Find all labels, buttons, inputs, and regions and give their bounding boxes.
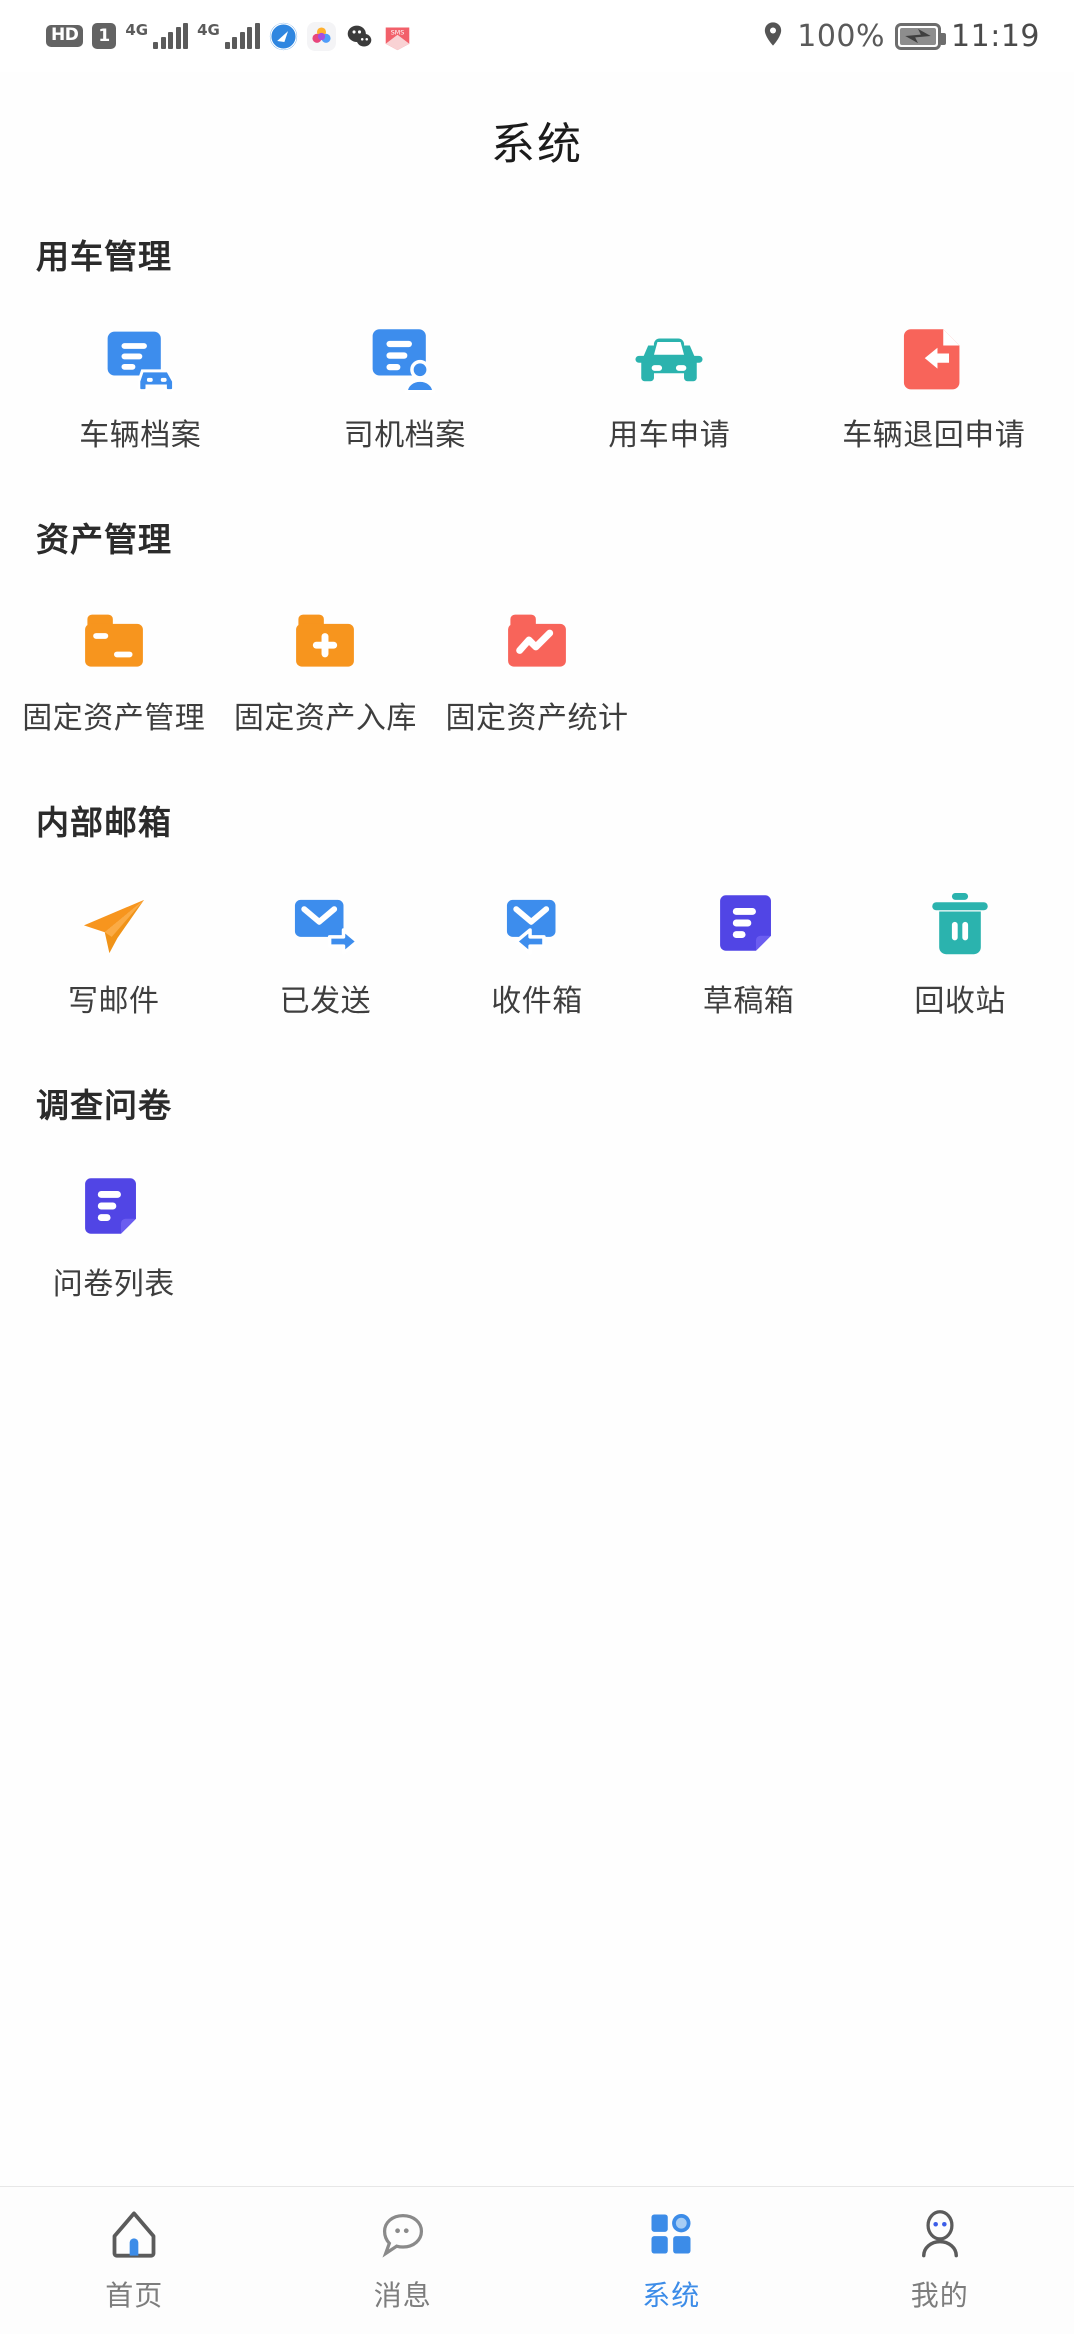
section-survey: 调查问卷 问卷列表 xyxy=(0,1037,1074,1314)
driver-file-icon xyxy=(368,320,442,394)
battery-charging-icon xyxy=(895,22,947,50)
paper-plane-icon xyxy=(77,886,151,960)
tile-spacer xyxy=(643,1135,855,1314)
mail-card-icon: SMS xyxy=(383,22,412,51)
tab-label: 首页 xyxy=(105,2278,164,2312)
grid-squares-icon xyxy=(645,2208,697,2260)
tile-label: 固定资产入库 xyxy=(233,701,417,736)
message-bubble-icon xyxy=(377,2208,429,2260)
status-bar: HD 1 4G 4G SMS 100% 11:19 xyxy=(0,0,1074,72)
tile-label: 车辆档案 xyxy=(79,418,202,453)
tile-label: 固定资产管理 xyxy=(22,701,206,736)
tile-label: 车辆退回申请 xyxy=(842,418,1026,453)
section-grid: 写邮件 已发送 收件箱 草稿箱 回收站 xyxy=(0,852,1074,1031)
section-title: 内部邮箱 xyxy=(36,803,172,842)
draft-document-icon xyxy=(712,886,786,960)
tab-profile[interactable]: 我的 xyxy=(806,2187,1074,2334)
page-title: 系统 xyxy=(491,119,583,170)
tile-fixed-asset-statistics[interactable]: 固定资产统计 xyxy=(431,569,643,748)
mail-inbox-icon xyxy=(500,886,574,960)
photos-icon xyxy=(306,21,336,51)
tile-label: 回收站 xyxy=(914,984,1006,1019)
survey-list-icon xyxy=(77,1169,151,1243)
tile-spacer xyxy=(431,1135,643,1314)
tab-label: 系统 xyxy=(642,2278,701,2312)
tile-fixed-asset-management[interactable]: 固定资产管理 xyxy=(8,569,220,748)
tile-car-application[interactable]: 用车申请 xyxy=(537,286,802,465)
tab-label: 我的 xyxy=(910,2278,969,2312)
signal-bars-2-icon xyxy=(224,23,260,49)
tile-label: 司机档案 xyxy=(343,418,466,453)
signal-1-icon: 4G xyxy=(125,21,189,49)
main-content: 用车管理 车辆档案 司机档案 用车申请 车辆退回申请 资产管理 固定资产管理 固… xyxy=(0,182,1074,2186)
car-icon xyxy=(632,320,706,394)
status-bar-right: 100% 11:19 xyxy=(759,19,1040,54)
browser-icon xyxy=(269,22,298,51)
tile-sent-mail[interactable]: 已发送 xyxy=(220,852,432,1031)
trash-icon xyxy=(923,886,997,960)
tile-spacer xyxy=(854,569,1066,748)
network-type-2-label: 4G xyxy=(197,21,220,39)
tile-label: 问卷列表 xyxy=(52,1267,175,1302)
wechat-icon xyxy=(345,22,374,51)
tile-spacer xyxy=(854,1135,1066,1314)
tile-vehicle-file[interactable]: 车辆档案 xyxy=(8,286,273,465)
tile-fixed-asset-inbound[interactable]: 固定资产入库 xyxy=(220,569,432,748)
section-title: 调查问卷 xyxy=(36,1086,172,1125)
battery-percent-label: 100% xyxy=(797,18,886,54)
tile-survey-list[interactable]: 问卷列表 xyxy=(8,1135,220,1314)
tile-label: 写邮件 xyxy=(68,984,160,1019)
section-grid: 固定资产管理 固定资产入库 固定资产统计 xyxy=(0,569,1074,748)
tab-messages[interactable]: 消息 xyxy=(269,2187,538,2334)
tile-label: 草稿箱 xyxy=(702,984,795,1019)
hd-badge: HD xyxy=(46,25,84,47)
signal-2-icon: 4G xyxy=(197,23,260,49)
tile-drafts[interactable]: 草稿箱 xyxy=(643,852,855,1031)
tile-spacer xyxy=(643,569,855,748)
section-grid: 问卷列表 xyxy=(0,1135,1074,1314)
tab-label: 消息 xyxy=(373,2278,432,2312)
home-icon xyxy=(108,2208,160,2260)
sim-badge: 1 xyxy=(92,23,117,49)
tile-spacer xyxy=(220,1135,432,1314)
section-title: 资产管理 xyxy=(36,520,172,559)
section-vehicle-management: 用车管理 车辆档案 司机档案 用车申请 车辆退回申请 xyxy=(0,188,1074,465)
tile-compose-mail[interactable]: 写邮件 xyxy=(8,852,220,1031)
tab-system[interactable]: 系统 xyxy=(537,2187,806,2334)
status-bar-left: HD 1 4G 4G SMS xyxy=(46,21,412,51)
app-screen: HD 1 4G 4G SMS 100% 11:19 系统 用车管理 车辆档案 司… xyxy=(0,0,1074,2334)
tile-label: 固定资产统计 xyxy=(445,701,629,736)
tile-vehicle-return-application[interactable]: 车辆退回申请 xyxy=(802,286,1067,465)
section-title: 用车管理 xyxy=(36,237,172,276)
section-grid: 车辆档案 司机档案 用车申请 车辆退回申请 xyxy=(0,286,1074,465)
folder-asset-icon xyxy=(77,603,151,677)
mail-sent-icon xyxy=(288,886,362,960)
tab-home[interactable]: 首页 xyxy=(0,2187,269,2334)
tile-label: 用车申请 xyxy=(608,418,731,453)
tile-driver-file[interactable]: 司机档案 xyxy=(273,286,538,465)
tile-label: 已发送 xyxy=(279,984,372,1019)
svg-text:SMS: SMS xyxy=(391,29,405,36)
tile-label: 收件箱 xyxy=(491,984,583,1019)
vehicle-file-icon xyxy=(103,320,177,394)
network-type-1-label: 4G xyxy=(125,21,149,39)
vehicle-return-icon xyxy=(897,320,971,394)
folder-add-icon xyxy=(288,603,362,677)
clock-label: 11:19 xyxy=(951,18,1040,54)
folder-chart-icon xyxy=(500,603,574,677)
tile-inbox[interactable]: 收件箱 xyxy=(431,852,643,1031)
bottom-tab-bar: 首页 消息 系统 我的 xyxy=(0,2186,1074,2334)
section-internal-mailbox: 内部邮箱 写邮件 已发送 收件箱 草稿箱 回收站 xyxy=(0,754,1074,1031)
person-icon xyxy=(914,2208,966,2260)
location-pin-icon xyxy=(759,20,787,52)
signal-bars-1-icon xyxy=(153,23,189,49)
section-asset-management: 资产管理 固定资产管理 固定资产入库 固定资产统计 xyxy=(0,471,1074,748)
tile-recycle-bin[interactable]: 回收站 xyxy=(854,852,1066,1031)
